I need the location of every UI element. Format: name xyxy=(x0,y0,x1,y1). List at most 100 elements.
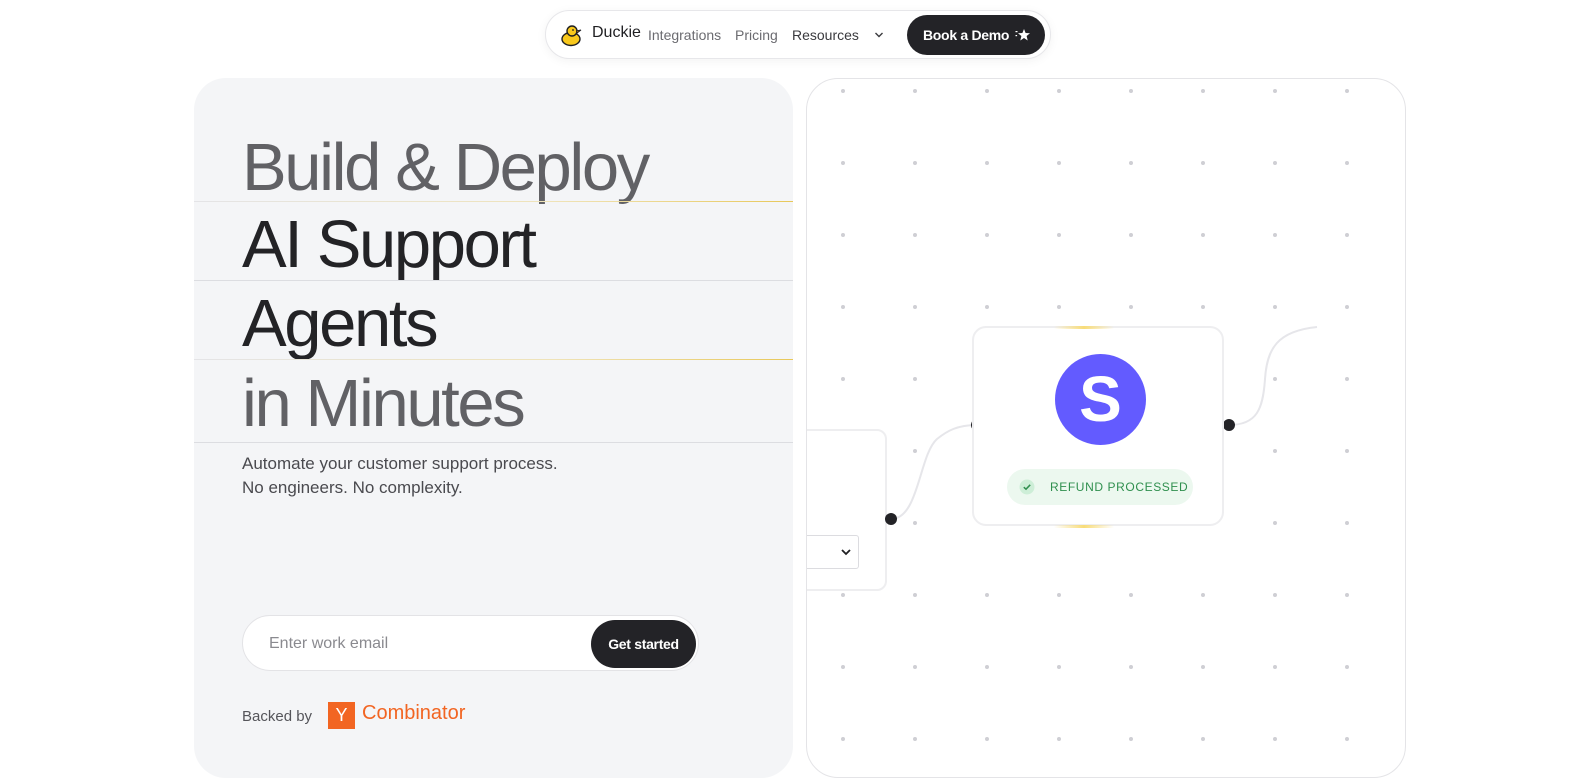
sparkle-star-icon xyxy=(1015,29,1030,41)
grid-dot xyxy=(913,737,917,741)
highlight-glow xyxy=(1054,326,1114,329)
divider-line xyxy=(194,201,793,202)
headline-line-2: AI Support xyxy=(242,207,537,282)
grid-dot xyxy=(913,665,917,669)
grid-dot xyxy=(1273,593,1277,597)
get-started-button[interactable]: Get started xyxy=(591,620,696,668)
grid-dot xyxy=(841,665,845,669)
grid-dot xyxy=(913,233,917,237)
grid-dot xyxy=(1273,305,1277,309)
grid-dot xyxy=(1345,377,1349,381)
grid-dot xyxy=(1273,161,1277,165)
grid-dot xyxy=(841,161,845,165)
grid-dot xyxy=(1201,89,1205,93)
grid-dot xyxy=(1057,89,1061,93)
grid-dot xyxy=(1345,233,1349,237)
grid-dot xyxy=(985,737,989,741)
grid-dot xyxy=(1057,305,1061,309)
grid-dot xyxy=(1129,665,1133,669)
grid-dot xyxy=(1345,737,1349,741)
headline-line-1: Build & Deploy xyxy=(242,130,650,205)
brand-name[interactable]: Duckie xyxy=(592,24,641,42)
workflow-canvas: S REFUND PROCESSED xyxy=(806,78,1406,778)
grid-dot xyxy=(985,665,989,669)
grid-dot xyxy=(1201,593,1205,597)
grid-dot xyxy=(1273,737,1277,741)
grid-dot xyxy=(985,233,989,237)
grid-dot xyxy=(913,161,917,165)
chevron-down-icon[interactable] xyxy=(874,31,884,39)
grid-dot xyxy=(1129,89,1133,93)
grid-dot xyxy=(1201,737,1205,741)
grid-dot xyxy=(1345,521,1349,525)
grid-dot xyxy=(1273,665,1277,669)
grid-dot xyxy=(1273,377,1277,381)
grid-dot xyxy=(1345,89,1349,93)
grid-dot xyxy=(1345,593,1349,597)
grid-dot xyxy=(985,161,989,165)
grid-dot xyxy=(1129,161,1133,165)
grid-dot xyxy=(841,305,845,309)
y-combinator-name: Combinator xyxy=(362,702,466,724)
grid-dot xyxy=(1345,449,1349,453)
nav-link-resources[interactable]: Resources xyxy=(792,27,859,43)
grid-dot xyxy=(913,89,917,93)
grid-dot xyxy=(1129,233,1133,237)
grid-dot xyxy=(1345,665,1349,669)
grid-dot xyxy=(841,233,845,237)
duck-logo-icon[interactable] xyxy=(560,23,584,47)
trigger-node-card[interactable] xyxy=(807,429,887,591)
status-badge: REFUND PROCESSED xyxy=(1007,469,1193,505)
grid-dot xyxy=(1273,449,1277,453)
grid-dot xyxy=(841,89,845,93)
grid-dot xyxy=(913,305,917,309)
divider-line xyxy=(194,280,793,281)
grid-dot xyxy=(841,593,845,597)
grid-dot xyxy=(1057,233,1061,237)
headline-line-3: Agents xyxy=(242,286,439,361)
email-signup-form: Get started xyxy=(242,615,699,671)
grid-dot xyxy=(1057,665,1061,669)
book-demo-label: Book a Demo xyxy=(923,27,1010,43)
grid-dot xyxy=(1057,737,1061,741)
grid-dot xyxy=(1201,233,1205,237)
grid-dot xyxy=(1057,593,1061,597)
grid-dot xyxy=(1201,305,1205,309)
grid-dot xyxy=(841,737,845,741)
highlight-glow xyxy=(1054,525,1114,528)
headline-line-4: in Minutes xyxy=(242,366,526,441)
grid-dot xyxy=(1273,521,1277,525)
grid-dot xyxy=(1129,737,1133,741)
subheading-line-1: Automate your customer support process. xyxy=(242,454,558,473)
divider-line xyxy=(194,442,793,443)
grid-dot xyxy=(1129,305,1133,309)
stripe-logo-icon: S xyxy=(1055,354,1146,445)
grid-dot xyxy=(1057,161,1061,165)
backed-by-label: Backed by xyxy=(242,708,313,725)
chevron-down-icon xyxy=(841,549,851,556)
stripe-action-node[interactable]: S REFUND PROCESSED xyxy=(972,326,1224,528)
node-select-dropdown[interactable] xyxy=(807,535,859,569)
grid-dot xyxy=(913,521,917,525)
grid-dot xyxy=(1129,593,1133,597)
grid-dot xyxy=(985,305,989,309)
status-badge-label: REFUND PROCESSED xyxy=(1050,480,1189,494)
grid-dot xyxy=(1201,161,1205,165)
grid-dot xyxy=(985,89,989,93)
grid-dot xyxy=(913,593,917,597)
grid-dot xyxy=(985,593,989,597)
grid-dot xyxy=(1201,665,1205,669)
nav-link-integrations[interactable]: Integrations xyxy=(648,27,721,43)
grid-dot xyxy=(841,377,845,381)
nav-link-pricing[interactable]: Pricing xyxy=(735,27,778,43)
y-combinator-logo-icon: Y xyxy=(328,702,355,729)
work-email-input[interactable] xyxy=(267,630,571,658)
grid-dot xyxy=(1345,305,1349,309)
grid-dot xyxy=(1345,161,1349,165)
top-nav: Duckie Integrations Pricing Resources Bo… xyxy=(545,10,1051,59)
book-demo-button[interactable]: Book a Demo xyxy=(907,15,1045,55)
subheading-line-2: No engineers. No complexity. xyxy=(242,478,463,497)
divider-line xyxy=(194,359,793,360)
grid-dot xyxy=(913,449,917,453)
grid-dot xyxy=(913,377,917,381)
